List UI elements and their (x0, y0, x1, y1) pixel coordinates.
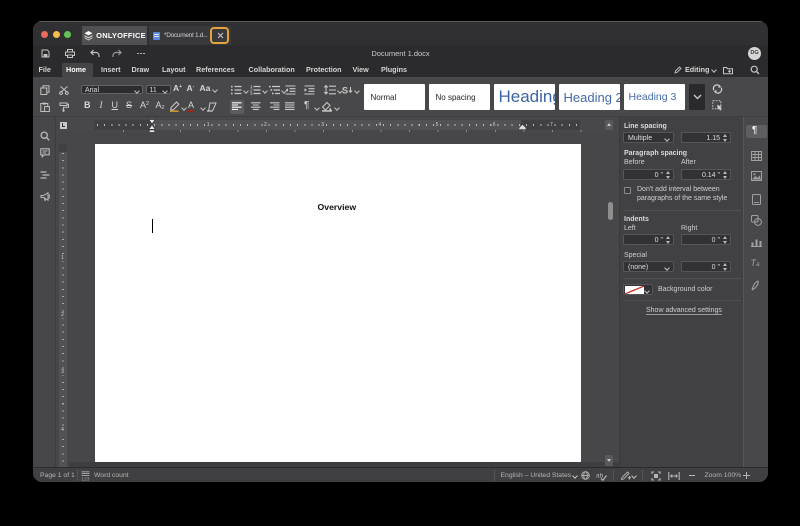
svg-text:3: 3 (250, 91, 253, 95)
svg-text:S: S (342, 86, 348, 96)
svg-text:ab: ab (596, 472, 604, 479)
svg-text:123: 123 (81, 476, 89, 480)
